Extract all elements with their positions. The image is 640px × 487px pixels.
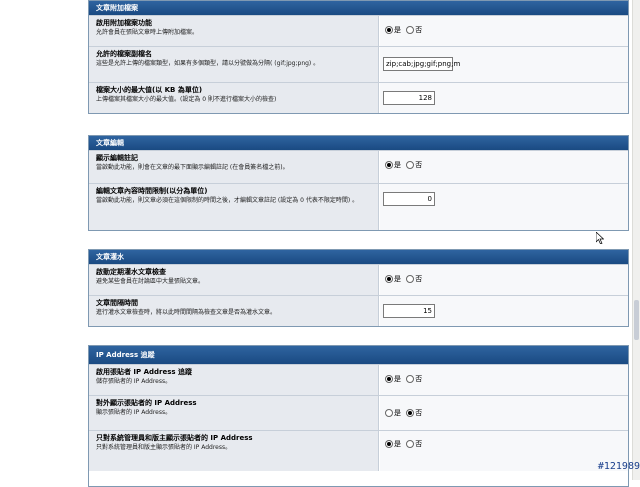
setting-row-allowed-extensions: 允許的檔案副檔名這些是允許上傳的檔案類型，如果有多個類型，請以分號做為分隔( (…	[89, 46, 628, 82]
radio-no-label: 否	[415, 26, 423, 34]
setting-row-show-edit-note: 顯示編輯註記當啟動此功能，則會在文章的最下面顯示編輯註記 (在會員簽名檔之前)。…	[89, 150, 628, 183]
setting-desc: 允許會員在張貼文章時上傳附加檔案。	[96, 29, 199, 36]
ip-header: IP Address 追蹤	[89, 346, 628, 364]
max-filesize-input[interactable]: 128	[383, 91, 435, 105]
edit-time-limit-input[interactable]: 0	[383, 192, 435, 206]
setting-title: 啟用附加檔案功能	[96, 19, 152, 27]
setting-title: 文章間隔時間	[96, 299, 138, 307]
setting-desc: 避免某些會員在討論區中大量張貼文章。	[96, 278, 205, 285]
setting-desc: 顯示張貼者的 IP Address。	[96, 409, 172, 416]
setting-desc: 當啟動此功能，則文章必須在這個限制的時間之後，才編輯文章註記 (設定為 0 代表…	[96, 197, 359, 204]
radio-no[interactable]	[406, 26, 415, 34]
radio-yes[interactable]	[385, 26, 393, 34]
page-scrollbar[interactable]	[632, 0, 640, 480]
ip-panel: IP Address 追蹤 啟用張貼者 IP Address 追蹤 儲存張貼者的 …	[88, 345, 629, 487]
radio-no-label: 否	[415, 161, 423, 169]
radio-yes[interactable]	[385, 409, 393, 417]
extensions-input[interactable]: zip;cab;jpg;gif;png;m	[383, 57, 460, 71]
radio-no-label: 否	[415, 440, 423, 448]
setting-row-enable-attachments: 啟用附加檔案功能允許會員在張貼文章時上傳附加檔案。 是 否	[89, 15, 628, 46]
radio-yes-label: 是	[394, 409, 401, 417]
watermark-text: #121989	[597, 461, 640, 472]
flood-panel: 文章灌水 啟動定期灌水文章檢查避免某些會員在討論區中大量張貼文章。 是 否 文章…	[88, 249, 629, 327]
setting-title: 編輯文章內容時間限制(以分為單位)	[96, 187, 208, 195]
setting-title: 對外顯示張貼者的 IP Address	[96, 399, 197, 407]
attachments-header: 文章附加檔案	[89, 1, 628, 15]
setting-desc: 當啟動此功能，則會在文章的最下面顯示編輯註記 (在會員簽名檔之前)。	[96, 164, 289, 171]
setting-desc: 儲存張貼者的 IP Address。	[96, 378, 172, 385]
radio-yes-label: 是	[394, 161, 401, 169]
setting-title: 只對系統管理員和版主顯示張貼者的 IP Address	[96, 434, 253, 442]
setting-row-ip-tracking: 啟用張貼者 IP Address 追蹤 儲存張貼者的 IP Address。 是 …	[89, 364, 628, 395]
radio-no-label: 否	[415, 409, 423, 417]
setting-row-max-filesize: 檔案大小的最大值(以 KB 為單位) 上傳檔案其檔案大小的最大值。(設定為 0 則…	[89, 82, 628, 113]
setting-row-edit-time-limit: 編輯文章內容時間限制(以分為單位) 當啟動此功能，則文章必須在這個限制的時間之後，…	[89, 183, 628, 230]
radio-no-label: 否	[415, 275, 423, 283]
radio-yes[interactable]	[385, 275, 393, 283]
setting-row-flood-check: 啟動定期灌水文章檢查避免某些會員在討論區中大量張貼文章。 是 否	[89, 264, 628, 295]
radio-no[interactable]	[406, 275, 415, 283]
editing-header: 文章編輯	[89, 136, 628, 150]
setting-title: 顯示編輯註記	[96, 154, 138, 162]
flood-header: 文章灌水	[89, 250, 628, 264]
flood-interval-input[interactable]: 15	[383, 304, 435, 318]
radio-yes[interactable]	[385, 375, 393, 383]
attachments-panel: 文章附加檔案 啟用附加檔案功能允許會員在張貼文章時上傳附加檔案。 是 否 允許的…	[88, 0, 629, 114]
setting-desc: 上傳檔案其檔案大小的最大值。(設定為 0 則不進行檔案大小的檢查)	[96, 96, 277, 103]
radio-yes-label: 是	[394, 275, 401, 283]
setting-desc: 進行灌水文章檢查時，將以此時間間隔為檢查文章是否為灌水文章。	[96, 309, 277, 316]
scrollbar-thumb[interactable]	[634, 300, 639, 340]
radio-no[interactable]	[406, 440, 415, 448]
radio-no-label: 否	[415, 375, 423, 383]
setting-desc: 只對系統管理員和版主顯示張貼者的 IP Address。	[96, 444, 232, 451]
setting-row-ip-admin-only: 只對系統管理員和版主顯示張貼者的 IP Address 只對系統管理員和版主顯示張…	[89, 430, 628, 471]
setting-row-flood-interval: 文章間隔時間進行灌水文章檢查時，將以此時間間隔為檢查文章是否為灌水文章。 15	[89, 295, 628, 326]
radio-yes[interactable]	[385, 161, 393, 169]
setting-title: 啟動定期灌水文章檢查	[96, 268, 166, 276]
radio-no[interactable]	[406, 409, 415, 417]
editing-panel: 文章編輯 顯示編輯註記當啟動此功能，則會在文章的最下面顯示編輯註記 (在會員簽名…	[88, 135, 629, 231]
setting-title: 允許的檔案副檔名	[96, 50, 152, 58]
radio-no[interactable]	[406, 161, 415, 169]
setting-title: 啟用張貼者 IP Address 追蹤	[96, 368, 193, 376]
mouse-cursor-icon	[596, 232, 604, 244]
radio-no[interactable]	[406, 375, 415, 383]
setting-row-ip-public: 對外顯示張貼者的 IP Address 顯示張貼者的 IP Address。 是 …	[89, 395, 628, 430]
radio-yes[interactable]	[385, 440, 393, 448]
setting-title: 檔案大小的最大值(以 KB 為單位)	[96, 86, 203, 94]
radio-yes-label: 是	[394, 375, 401, 383]
radio-yes-label: 是	[394, 440, 401, 448]
setting-desc: 這些是允許上傳的檔案類型，如果有多個類型，請以分號做為分隔( (gif;jpg;…	[96, 60, 320, 67]
radio-yes-label: 是	[394, 26, 401, 34]
